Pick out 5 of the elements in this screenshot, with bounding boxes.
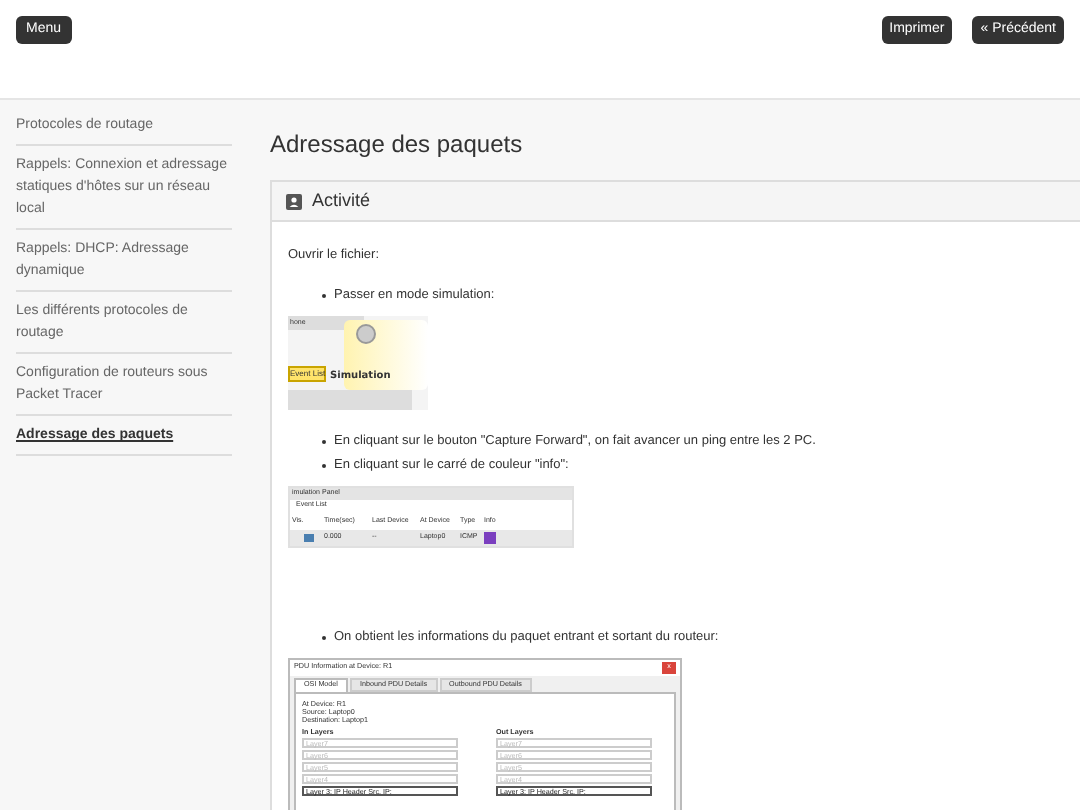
card-title: Activité [312,187,371,214]
page-title: Adressage des paquets [270,128,525,162]
person-card-icon [286,193,302,209]
status-strip [288,389,412,410]
info-color-square[interactable] [484,531,496,544]
